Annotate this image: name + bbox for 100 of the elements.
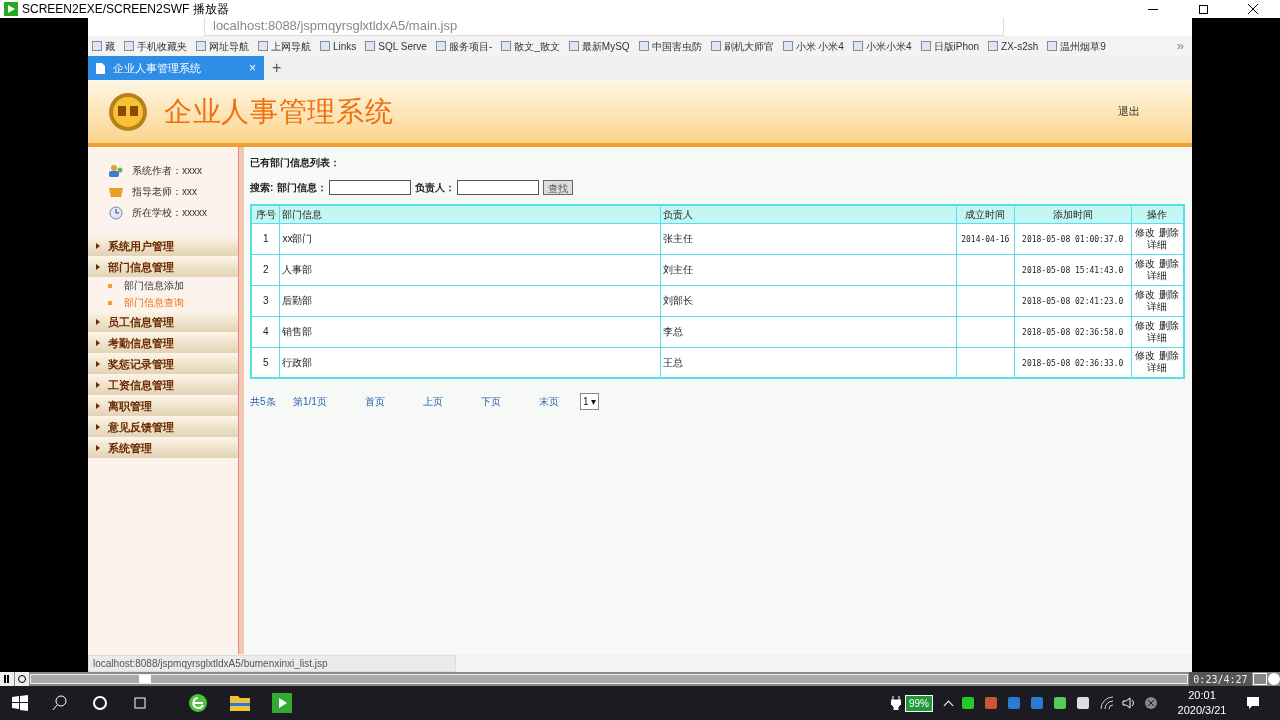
column-header: 添加时间 <box>1014 205 1132 223</box>
bookmark-link[interactable]: 中国害虫防 <box>638 38 702 54</box>
logout-link[interactable]: 退出 <box>1118 103 1140 120</box>
menu-item[interactable]: 考勤信息管理 <box>88 333 238 353</box>
new-tab-button[interactable]: + <box>264 56 290 80</box>
action-link[interactable]: 详细 <box>1147 269 1168 281</box>
action-link[interactable]: 修改 <box>1135 350 1156 362</box>
caret-icon <box>96 243 100 249</box>
table-cell: 行政部 <box>282 356 313 368</box>
action-link[interactable]: 删除 <box>1159 257 1180 269</box>
start-icon[interactable] <box>12 695 28 711</box>
pager-link[interactable]: 上页 <box>423 394 481 409</box>
tray-icon[interactable] <box>1076 696 1090 710</box>
table-cell: 张主任 <box>662 233 693 244</box>
close-icon[interactable] <box>1248 4 1258 14</box>
action-link[interactable]: 修改 <box>1135 226 1156 238</box>
menu-item[interactable]: 系统管理 <box>88 438 238 458</box>
column-header: 成立时间 <box>956 205 1015 223</box>
table-cell: 1 <box>262 233 269 244</box>
wifi-icon[interactable] <box>1100 696 1114 710</box>
caret-icon <box>96 361 100 367</box>
fullscreen-button[interactable] <box>1253 673 1268 685</box>
bookmark-link[interactable]: 手机收藏夹 <box>124 38 187 54</box>
table-cell: 3 <box>262 295 269 306</box>
pager-link[interactable]: 下页 <box>481 394 539 409</box>
system-title: 企业人事管理系统 <box>164 94 394 129</box>
table-cell: 2018-05-08 01:00:37.0 <box>1022 235 1124 244</box>
action-link[interactable]: 详细 <box>1147 331 1168 343</box>
info-text: 系统作者：xxxx <box>132 164 202 178</box>
bookmark-link[interactable]: 上网导航 <box>258 38 311 54</box>
bookmark-link[interactable]: 小米小米4 <box>852 38 912 54</box>
search-icon[interactable] <box>52 695 68 711</box>
menu-item[interactable]: 意见反馈管理 <box>88 417 238 437</box>
status-url: localhost:8088/jspmqyrsglxtldxA5/bumenxinxi_list.jsp <box>88 654 456 672</box>
input-field[interactable] <box>457 180 540 195</box>
speaker-icon[interactable] <box>1122 696 1136 710</box>
action-link[interactable]: 删除 <box>1159 350 1180 362</box>
info-text: 指导老师：xxx <box>132 185 197 199</box>
pager-link[interactable]: 首页 <box>365 394 423 409</box>
action-link[interactable]: 修改 <box>1135 288 1156 300</box>
window-title: SCREEN2EXE/SCREEN2SWF 播放器 <box>22 1 229 18</box>
clock-date: 2020/3/21 <box>1177 703 1227 718</box>
action-link[interactable]: 删除 <box>1159 288 1180 300</box>
action-link[interactable]: 删除 <box>1159 226 1180 238</box>
caret-icon <box>96 264 100 270</box>
seek-thumb[interactable] <box>139 675 152 683</box>
field-label: 负责人： <box>415 181 456 195</box>
pager-link[interactable]: 末页 <box>539 394 580 409</box>
menu-item[interactable]: 系统用户管理 <box>88 236 238 256</box>
player-app-icon[interactable] <box>272 693 292 713</box>
table-cell: 5 <box>262 356 269 368</box>
action-link[interactable]: 详细 <box>1147 362 1168 374</box>
bookmark-link[interactable]: 温州烟草9 <box>1047 38 1106 54</box>
stop-button[interactable] <box>14 672 29 686</box>
list-heading: 已有部门信息列表： <box>250 156 341 170</box>
bookmark-link[interactable]: 日版iPhon <box>920 38 980 54</box>
action-link[interactable]: 详细 <box>1147 300 1168 312</box>
caret-icon <box>96 319 100 325</box>
bookmark-link[interactable]: 刷机大师官 <box>710 38 774 54</box>
action-link[interactable]: 修改 <box>1135 257 1156 269</box>
tray-icon[interactable] <box>961 696 975 710</box>
bookmark-link[interactable]: SQL Serve <box>365 38 427 54</box>
action-link[interactable]: 修改 <box>1135 319 1156 331</box>
table-cell: 2018-05-08 02:36:33.0 <box>1022 358 1124 368</box>
notification-icon[interactable] <box>1246 696 1260 710</box>
caret-icon <box>96 403 100 409</box>
tray-icon[interactable] <box>1053 696 1067 710</box>
menu-item[interactable]: 员工信息管理 <box>88 312 238 332</box>
action-link[interactable]: 删除 <box>1159 319 1180 331</box>
submenu-item[interactable]: 部门信息添加 <box>88 277 238 294</box>
circle-icon[interactable] <box>92 695 108 711</box>
menu-item[interactable]: 部门信息管理 <box>88 257 238 277</box>
table-cell: 王总 <box>662 356 683 368</box>
globe-icon[interactable] <box>188 693 208 713</box>
search-button[interactable]: 查找 <box>543 180 574 195</box>
page-select[interactable]: 1 ▾ <box>580 393 600 410</box>
folder-icon[interactable] <box>230 694 250 712</box>
bookmark-link[interactable]: 藏 <box>92 38 115 54</box>
bookmark-link[interactable]: 服务项目- <box>435 38 493 54</box>
bookmark-link[interactable]: 小米 小米4 <box>782 38 844 54</box>
table-cell: 2018-05-08 15:41:43.0 <box>1022 266 1124 275</box>
bookmark-link[interactable]: ZX-s2sh <box>988 38 1039 54</box>
table-cell: 刘部长 <box>662 295 693 306</box>
bookmark-link[interactable]: 最新MySQ <box>568 38 630 54</box>
clock-icon <box>108 205 124 220</box>
bookmark-link[interactable]: Links <box>320 38 357 54</box>
bookmark-link[interactable]: 散文_散文 <box>501 38 560 54</box>
caret-icon <box>96 340 100 346</box>
pause-button[interactable] <box>0 672 14 686</box>
table-cell: 李总 <box>662 326 683 337</box>
close-circle-icon[interactable] <box>1144 696 1158 710</box>
bookmark-link[interactable]: 网址导航 <box>196 38 249 54</box>
info-button[interactable] <box>1268 673 1280 685</box>
menu-item[interactable]: 奖惩记录管理 <box>88 354 238 374</box>
task-view-icon[interactable] <box>132 695 148 711</box>
caret-icon <box>96 424 100 430</box>
input-field[interactable] <box>329 180 412 195</box>
menu-item[interactable]: 工资信息管理 <box>88 375 238 395</box>
menu-item[interactable]: 离职管理 <box>88 396 238 416</box>
action-link[interactable]: 详细 <box>1147 238 1168 250</box>
